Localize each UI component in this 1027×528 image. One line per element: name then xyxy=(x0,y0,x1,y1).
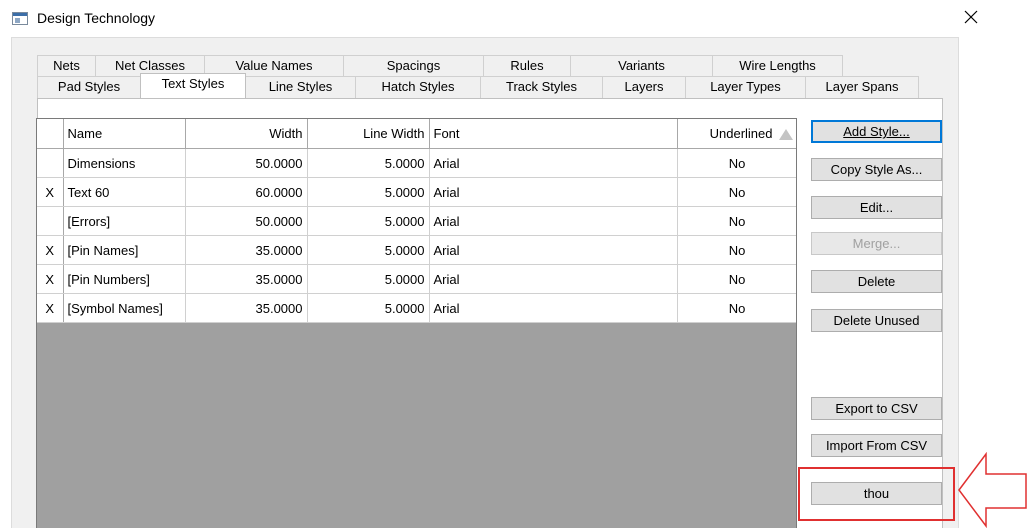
row-selector[interactable] xyxy=(37,148,64,178)
tab-text-styles[interactable]: Text Styles xyxy=(140,73,246,98)
cell-width[interactable]: 35.0000 xyxy=(185,264,308,294)
delete-button[interactable]: Delete xyxy=(811,270,942,293)
tab-wire-lengths[interactable]: Wire Lengths xyxy=(712,55,843,77)
cell-width[interactable]: 50.0000 xyxy=(185,148,308,178)
cell-width[interactable]: 60.0000 xyxy=(185,177,308,207)
cell-line-width[interactable]: 5.0000 xyxy=(307,264,430,294)
cell-name[interactable]: [Errors] xyxy=(63,206,186,236)
cell-font[interactable]: Arial xyxy=(429,235,678,265)
title-bar: Design Technology xyxy=(0,0,1027,36)
cell-name[interactable]: [Pin Names] xyxy=(63,235,186,265)
close-icon[interactable] xyxy=(958,4,984,30)
tab-spacings[interactable]: Spacings xyxy=(343,55,484,77)
table-row[interactable]: Dimensions 50.0000 5.0000 Arial No xyxy=(37,148,796,178)
header-selector xyxy=(37,119,64,149)
cell-underlined[interactable]: No xyxy=(677,264,796,294)
copy-style-as-button[interactable]: Copy Style As... xyxy=(811,158,942,181)
tab-nets[interactable]: Nets xyxy=(37,55,96,77)
app-icon xyxy=(12,12,28,25)
cell-font[interactable]: Arial xyxy=(429,148,678,178)
cell-font[interactable]: Arial xyxy=(429,177,678,207)
cell-name[interactable]: [Pin Numbers] xyxy=(63,264,186,294)
tab-hatch-styles[interactable]: Hatch Styles xyxy=(355,76,481,98)
tab-row-2: Pad Styles Text Styles Line Styles Hatch… xyxy=(37,73,919,98)
row-selector[interactable]: X xyxy=(37,235,64,265)
annotation-highlight-box xyxy=(798,467,955,521)
sort-ascending-icon xyxy=(778,129,793,141)
cell-width[interactable]: 35.0000 xyxy=(185,293,308,323)
window-title: Design Technology xyxy=(37,10,156,26)
cell-width[interactable]: 50.0000 xyxy=(185,206,308,236)
cell-underlined[interactable]: No xyxy=(677,293,796,323)
header-width[interactable]: Width xyxy=(185,119,308,149)
header-font[interactable]: Font xyxy=(429,119,678,149)
cell-line-width[interactable]: 5.0000 xyxy=(307,148,430,178)
cell-underlined[interactable]: No xyxy=(677,177,796,207)
cell-line-width[interactable]: 5.0000 xyxy=(307,293,430,323)
export-csv-button[interactable]: Export to CSV xyxy=(811,397,942,420)
styles-table: Name Width Line Width Font Underlined Di… xyxy=(37,119,796,323)
cell-name[interactable]: [Symbol Names] xyxy=(63,293,186,323)
merge-button[interactable]: Merge... xyxy=(811,232,942,255)
row-selector[interactable]: X xyxy=(37,177,64,207)
table-row[interactable]: [Errors] 50.0000 5.0000 Arial No xyxy=(37,206,796,236)
cell-font[interactable]: Arial xyxy=(429,293,678,323)
cell-font[interactable]: Arial xyxy=(429,264,678,294)
text-styles-grid[interactable]: Name Width Line Width Font Underlined Di… xyxy=(36,118,797,528)
import-csv-button[interactable]: Import From CSV xyxy=(811,434,942,457)
tab-layers[interactable]: Layers xyxy=(602,76,686,98)
row-selector[interactable]: X xyxy=(37,264,64,294)
table-row[interactable]: X Text 60 60.0000 5.0000 Arial No xyxy=(37,177,796,207)
tab-variants[interactable]: Variants xyxy=(570,55,713,77)
table-row[interactable]: X [Symbol Names] 35.0000 5.0000 Arial No xyxy=(37,293,796,323)
header-row: Name Width Line Width Font Underlined xyxy=(37,119,796,149)
cell-line-width[interactable]: 5.0000 xyxy=(307,177,430,207)
table-row[interactable]: X [Pin Numbers] 35.0000 5.0000 Arial No xyxy=(37,264,796,294)
header-underlined[interactable]: Underlined xyxy=(677,119,796,149)
header-line-width[interactable]: Line Width xyxy=(307,119,430,149)
add-style-button[interactable]: Add Style... xyxy=(811,120,942,143)
cell-underlined[interactable]: No xyxy=(677,206,796,236)
cell-underlined[interactable]: No xyxy=(677,148,796,178)
header-name[interactable]: Name xyxy=(63,119,186,149)
table-row[interactable]: X [Pin Names] 35.0000 5.0000 Arial No xyxy=(37,235,796,265)
header-underlined-label: Underlined xyxy=(709,126,773,141)
row-selector[interactable]: X xyxy=(37,293,64,323)
delete-unused-button[interactable]: Delete Unused xyxy=(811,309,942,332)
cell-name[interactable]: Dimensions xyxy=(63,148,186,178)
tab-pad-styles[interactable]: Pad Styles xyxy=(37,76,141,98)
cell-width[interactable]: 35.0000 xyxy=(185,235,308,265)
row-selector[interactable] xyxy=(37,206,64,236)
annotation-arrow-icon xyxy=(958,452,1027,528)
tab-line-styles[interactable]: Line Styles xyxy=(245,76,356,98)
cell-name[interactable]: Text 60 xyxy=(63,177,186,207)
tab-layer-spans[interactable]: Layer Spans xyxy=(805,76,919,98)
cell-line-width[interactable]: 5.0000 xyxy=(307,235,430,265)
tab-rules[interactable]: Rules xyxy=(483,55,571,77)
cell-underlined[interactable]: No xyxy=(677,235,796,265)
add-style-label: Add Style... xyxy=(843,124,910,139)
cell-font[interactable]: Arial xyxy=(429,206,678,236)
cell-line-width[interactable]: 5.0000 xyxy=(307,206,430,236)
edit-button[interactable]: Edit... xyxy=(811,196,942,219)
tab-layer-types[interactable]: Layer Types xyxy=(685,76,806,98)
tab-track-styles[interactable]: Track Styles xyxy=(480,76,603,98)
